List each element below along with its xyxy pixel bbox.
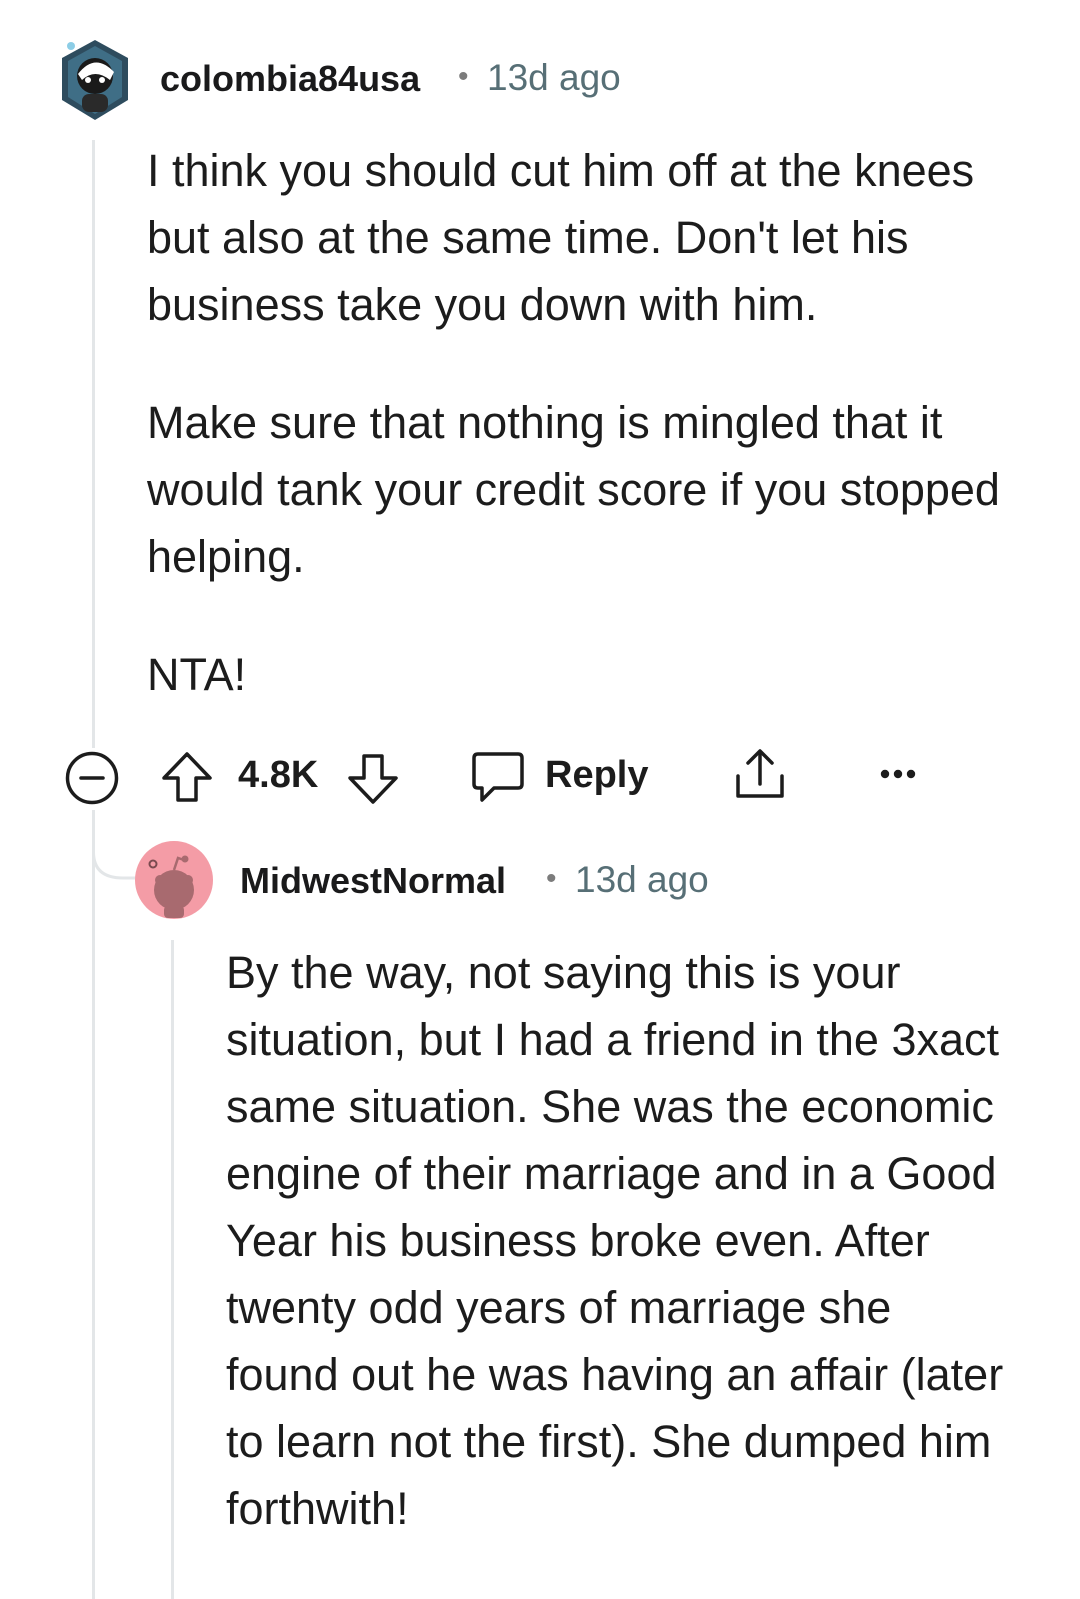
comment-paragraph: I think you should cut him off at the kn…	[147, 145, 975, 330]
reply-body: By the way, not saying this is your situ…	[226, 947, 1004, 1534]
reply-thread-line[interactable]	[171, 940, 174, 1599]
meta-separator: •	[546, 862, 557, 895]
vote-score: 4.8K	[238, 754, 319, 796]
comment-body: I think you should cut him off at the kn…	[147, 137, 1027, 708]
downvote-button[interactable]	[346, 752, 400, 806]
collapse-button[interactable]	[64, 750, 120, 806]
more-options-button[interactable]	[876, 762, 920, 786]
reply-author[interactable]: MidwestNormal	[240, 860, 506, 902]
comment-timestamp: 13d ago	[487, 57, 621, 98]
collapse-minus-icon	[65, 751, 119, 805]
more-options-icon	[880, 769, 916, 779]
avatar[interactable]	[58, 38, 132, 122]
meta-separator: •	[458, 60, 469, 93]
snoo-avatar-pink-icon	[135, 841, 213, 919]
reply-button[interactable]: Reply	[470, 746, 660, 806]
downvote-arrow-icon	[348, 754, 398, 804]
reply-comment: MidwestNormal • 13d ago By the way, not …	[0, 840, 1080, 1599]
share-button[interactable]	[732, 746, 788, 802]
comment-author[interactable]: colombia84usa	[160, 58, 420, 100]
avatar[interactable]	[134, 840, 214, 920]
upvote-button[interactable]	[160, 750, 214, 804]
thread-line[interactable]	[92, 140, 95, 748]
share-icon	[736, 749, 784, 798]
comment-paragraph: Make sure that nothing is mingled that i…	[147, 397, 1000, 582]
reply-label: Reply	[545, 754, 649, 796]
speech-bubble-icon	[472, 752, 524, 802]
comment: colombia84usa • 13d ago I think you shou…	[0, 0, 1080, 840]
reply-timestamp: 13d ago	[575, 859, 709, 900]
snoo-avatar-dark-icon	[62, 40, 128, 120]
comment-paragraph: NTA!	[147, 649, 247, 700]
upvote-arrow-icon	[162, 752, 212, 802]
